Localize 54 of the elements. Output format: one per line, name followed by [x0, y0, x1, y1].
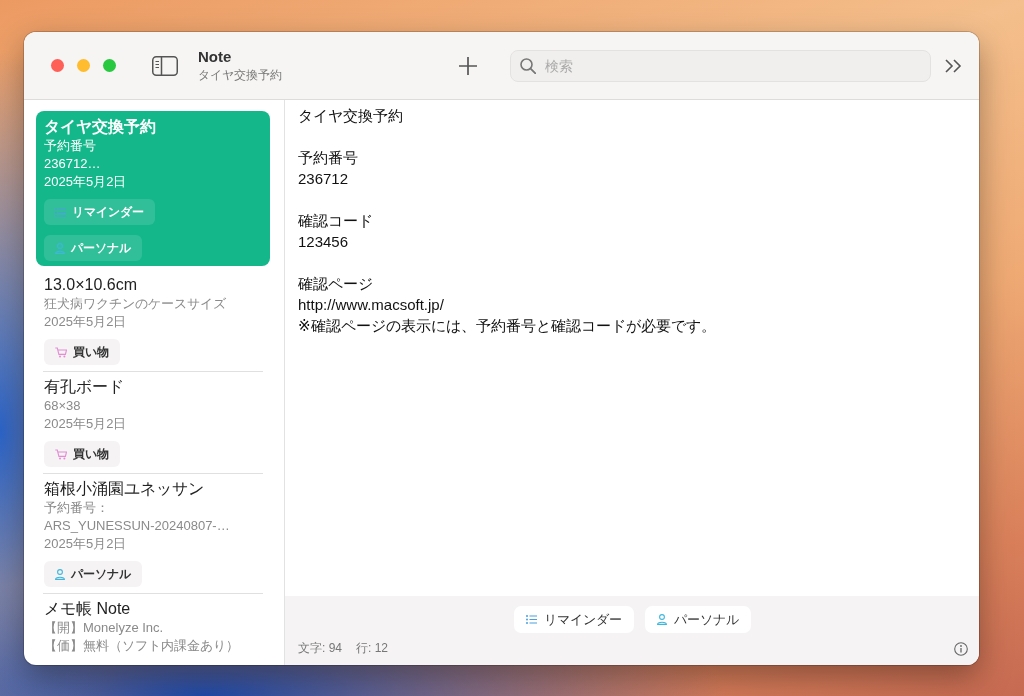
editor-text-line: 予約番号	[298, 148, 358, 168]
editor-text-line: ※確認ページの表示には、予約番号と確認コードが必要です。	[298, 316, 716, 336]
character-count: 文字: 94	[298, 640, 342, 657]
note-date: 2025年5月2日	[44, 173, 127, 191]
info-icon[interactable]	[954, 641, 968, 656]
person-icon	[656, 614, 667, 625]
tag-label: 買い物	[73, 343, 109, 361]
note-title: 箱根小涌園ユネッサン	[44, 479, 204, 499]
note-title: メモ帳 Note	[44, 599, 131, 619]
note-preview: 狂犬病ワクチンのケースサイズ	[44, 295, 226, 313]
note-preview: 【開】Monelyze Inc.	[44, 619, 164, 637]
search-field[interactable]: 検索	[510, 49, 931, 82]
close-window-button[interactable]	[51, 59, 64, 72]
tag-label: リマインダー	[72, 203, 144, 221]
editor-text-line: 123456	[298, 232, 349, 252]
note-date: 2025年5月2日	[44, 313, 127, 331]
tag-label: パーソナル	[71, 565, 131, 583]
note-preview: 予約番号	[44, 137, 96, 155]
note-list-item[interactable]: 有孔ボード 68×38 2025年5月2日 買い物	[36, 372, 270, 473]
note-date: 2025年5月2日	[44, 415, 127, 433]
cart-icon	[55, 346, 67, 358]
window-title: Note	[198, 48, 232, 66]
note-preview: 68×38	[44, 397, 81, 415]
tag-button[interactable]: リマインダー	[513, 606, 634, 633]
editor-text-line: 236712	[298, 169, 349, 189]
tag-label: パーソナル	[71, 239, 131, 257]
search-icon	[520, 57, 536, 74]
note-date: 2025年5月2日	[44, 535, 127, 553]
person-icon	[55, 568, 65, 580]
double-chevron-icon[interactable]	[945, 58, 963, 73]
editor-text-line: 確認コード	[298, 211, 373, 231]
person-icon	[55, 242, 65, 254]
cart-icon	[55, 448, 67, 460]
note-list-item[interactable]: メモ帳 Note 【開】Monelyze Inc. 【価】無料（ソフト内課金あり）	[36, 594, 270, 661]
tag-label: 買い物	[73, 445, 109, 463]
editor-text-line: タイヤ交換予約	[298, 106, 403, 126]
list-icon	[525, 615, 537, 624]
note-preview: 236712…	[44, 155, 101, 173]
note-title: 13.0×10.6cm	[44, 275, 137, 295]
note-list-item[interactable]: 13.0×10.6cm 狂犬病ワクチンのケースサイズ 2025年5月2日 買い物	[36, 270, 270, 371]
note-title: 有孔ボード	[44, 377, 124, 397]
tag-button[interactable]: パーソナル	[644, 606, 751, 633]
note-title: タイヤ交換予約	[44, 117, 156, 137]
note-preview: ARS_YUNESSUN-20240807-…	[44, 517, 230, 535]
line-count: 行: 12	[356, 640, 389, 657]
note-list-item[interactable]: 箱根小涌園ユネッサン 予約番号： ARS_YUNESSUN-20240807-… 2025年5月2日 パーソナル	[36, 474, 270, 593]
list-icon	[55, 207, 66, 217]
sidebar-toggle-icon[interactable]	[152, 55, 178, 76]
note-preview: 【価】無料（ソフト内課金あり）	[44, 637, 239, 655]
plus-icon[interactable]	[459, 56, 477, 75]
window-subtitle: タイヤ交換予約	[198, 67, 282, 83]
editor-text-line: http://www.macsoft.jp/	[298, 295, 444, 315]
note-preview: 予約番号：	[44, 499, 109, 517]
editor-text-line: 確認ページ	[298, 274, 373, 294]
